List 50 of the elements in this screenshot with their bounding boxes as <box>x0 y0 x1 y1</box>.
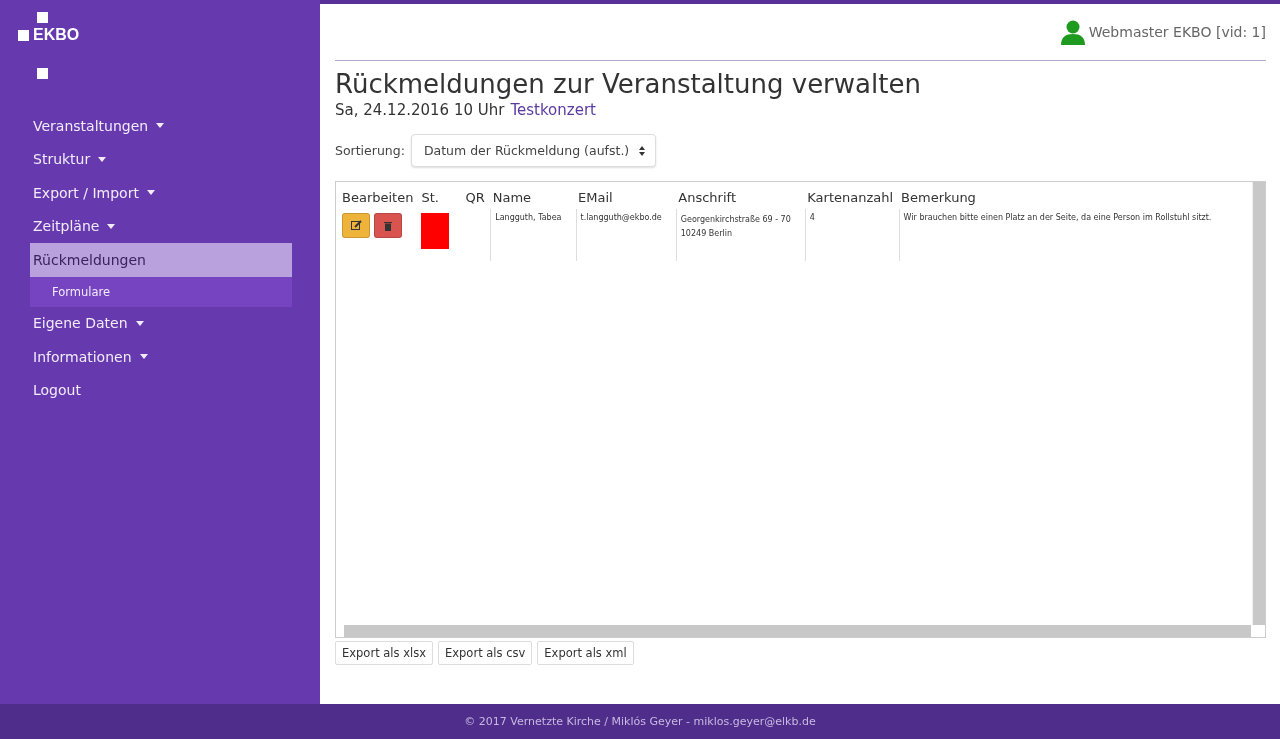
updown-caret-icon <box>639 145 646 156</box>
logo-text: EKBO <box>33 26 80 44</box>
horizontal-scrollbar[interactable] <box>344 625 1251 637</box>
user-name: Webmaster EKBO [vid: 1] <box>1088 24 1266 40</box>
caret-icon <box>146 190 155 196</box>
sidebar-subitem[interactable]: Formulare <box>30 276 292 307</box>
table-cell: Langguth, Tabea <box>490 209 577 261</box>
sort-select[interactable]: Datum der Rückmeldung (aufst.) <box>410 134 657 167</box>
caret-icon <box>156 123 165 129</box>
column-header: Name <box>490 188 577 209</box>
caret-icon <box>135 320 144 326</box>
table-cell: t.langguth@ekbo.de <box>576 209 677 261</box>
sort-label: Sortierung: <box>335 143 405 158</box>
delete-button[interactable] <box>374 213 402 238</box>
sidebar-item[interactable]: Struktur <box>30 142 292 176</box>
table-cell: 4 <box>805 209 900 261</box>
footer-text: © 2017 Vernetzte Kirche / Miklós Geyer - miklos.geyer@elkb.de <box>464 715 816 728</box>
page-title: Rückmeldungen zur Veranstaltung verwalten <box>335 69 922 99</box>
vertical-scrollbar[interactable] <box>1252 182 1265 625</box>
table-cell-text: Georgenkirchstraße 69 - 70 10249 Berlin <box>680 214 791 241</box>
export-button[interactable]: Export als xlsx <box>335 641 433 665</box>
caret-icon <box>107 223 116 229</box>
column-header: Kartenanzahl <box>805 188 900 209</box>
export-button[interactable]: Export als csv <box>438 641 533 665</box>
pencil-icon <box>350 220 362 231</box>
edit-button[interactable] <box>342 213 370 238</box>
sidebar-item[interactable]: Logout <box>30 373 292 407</box>
caret-icon <box>139 354 148 360</box>
sidebar-item[interactable]: Rückmeldungen <box>30 243 292 277</box>
column-header: St. <box>420 189 440 207</box>
square-icon <box>37 68 48 79</box>
sidebar-item[interactable]: Zeitpläne <box>30 209 292 243</box>
table-cell: Wir brauchen bitte einen Platz an der Seite, da eine Person im Rollstuhl sitzt. <box>899 209 1226 261</box>
user-icon <box>1058 19 1087 45</box>
logo-square-icon <box>18 29 29 41</box>
logo-square-icon <box>37 12 48 23</box>
column-header: Bearbeiten <box>341 189 415 207</box>
column-header: Anschrift <box>676 188 806 209</box>
event-date: Sa, 24.12.2016 10 Uhr <box>335 101 505 119</box>
export-button[interactable]: Export als xml <box>537 641 634 665</box>
event-link[interactable]: Testkonzert <box>510 101 596 119</box>
sidebar-item[interactable]: Eigene Daten <box>30 306 292 340</box>
column-header: EMail <box>576 188 677 209</box>
column-header: Bemerkung <box>899 188 1226 209</box>
caret-icon <box>98 156 107 162</box>
sidebar-item[interactable]: Veranstaltungen <box>30 109 292 143</box>
sidebar-item[interactable]: Export / Import <box>30 176 292 210</box>
trash-icon <box>384 220 392 231</box>
column-header: QR <box>463 188 491 209</box>
sidebar-item[interactable]: Informationen <box>30 340 292 374</box>
